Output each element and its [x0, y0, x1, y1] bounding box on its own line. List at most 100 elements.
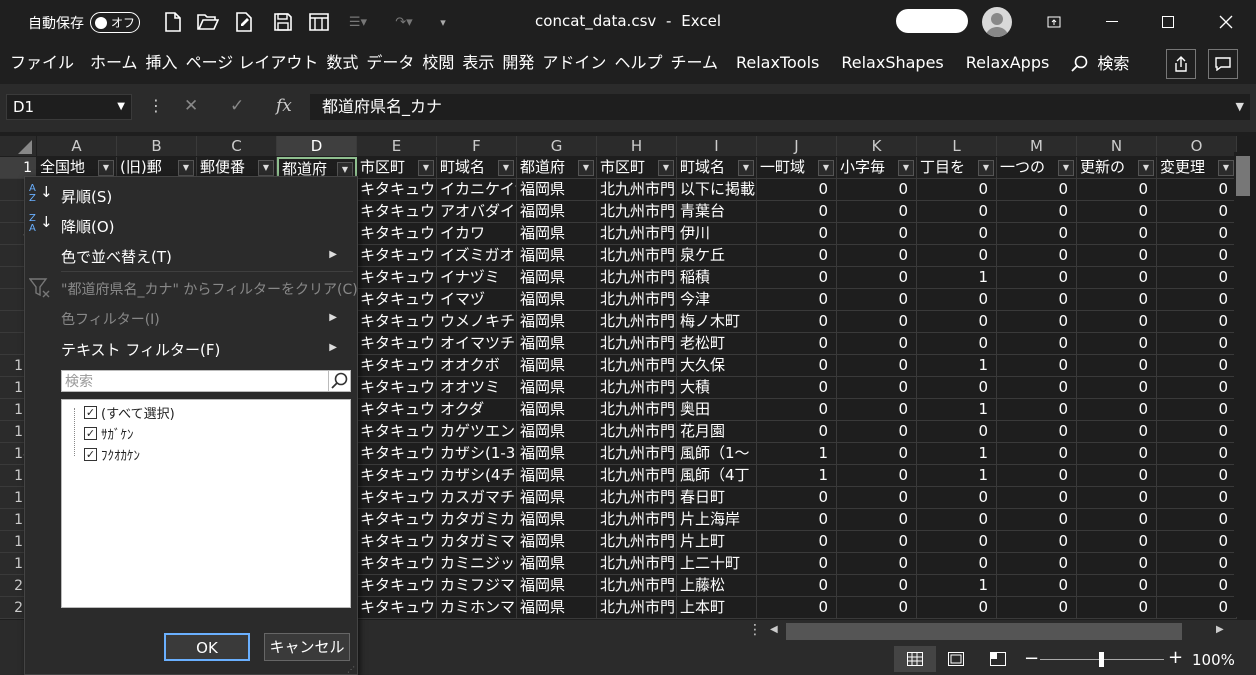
table-cell[interactable]: オクダ — [437, 399, 517, 421]
table-cell[interactable]: 0 — [1077, 421, 1157, 443]
table-cell[interactable]: カスガマチ — [437, 487, 517, 509]
tab-home[interactable]: ホーム — [86, 44, 142, 84]
table-cell[interactable]: キタキュウシュ — [357, 333, 437, 355]
table-cell[interactable]: 0 — [757, 223, 837, 245]
header-cell[interactable]: 更新の ▼ — [1077, 157, 1157, 179]
table-cell[interactable]: 0 — [1157, 267, 1237, 289]
table-cell[interactable]: 0 — [837, 333, 917, 355]
table-cell[interactable]: 1 — [917, 399, 997, 421]
table-cell[interactable]: 0 — [997, 333, 1077, 355]
table-cell[interactable]: 0 — [837, 267, 917, 289]
table-cell[interactable]: 0 — [757, 179, 837, 201]
table-cell[interactable]: 0 — [997, 531, 1077, 553]
table-cell[interactable]: 0 — [917, 333, 997, 355]
table-cell[interactable]: 福岡県 — [517, 531, 597, 553]
table-cell[interactable]: 0 — [757, 289, 837, 311]
table-cell[interactable]: 福岡県 — [517, 553, 597, 575]
table-cell[interactable]: 0 — [1157, 421, 1237, 443]
table-cell[interactable]: 0 — [1077, 355, 1157, 377]
table-cell[interactable]: 0 — [1157, 465, 1237, 487]
table-cell[interactable]: 0 — [837, 223, 917, 245]
filter-dropdown-icon[interactable]: ▼ — [818, 160, 834, 176]
sort-descending[interactable]: 降順(O) — [61, 216, 115, 237]
filter-search-input[interactable]: 検索 — [61, 370, 329, 392]
table-cell[interactable]: 0 — [917, 553, 997, 575]
tab-developer[interactable]: 開発 — [498, 44, 538, 84]
table-cell[interactable]: 0 — [917, 487, 997, 509]
table-cell[interactable]: 0 — [917, 509, 997, 531]
tab-file[interactable]: ファイル — [6, 44, 78, 84]
header-cell[interactable]: 小字毎 ▼ — [837, 157, 917, 179]
table-cell[interactable]: 0 — [1157, 223, 1237, 245]
table-cell[interactable]: 風師（4丁 — [677, 465, 757, 487]
table-cell[interactable]: 0 — [1077, 267, 1157, 289]
column-header[interactable]: A — [37, 136, 117, 156]
table-cell[interactable]: 0 — [837, 465, 917, 487]
tab-team[interactable]: チーム — [666, 44, 722, 84]
table-cell[interactable]: 0 — [1157, 531, 1237, 553]
tab-relaxshapes[interactable]: RelaxShapes — [837, 44, 947, 84]
page-layout-view-icon[interactable] — [948, 652, 964, 670]
table-cell[interactable]: 0 — [997, 267, 1077, 289]
table-cell[interactable]: 1 — [757, 465, 837, 487]
table-cell[interactable]: 上二十町 — [677, 553, 757, 575]
table-cell[interactable]: 福岡県 — [517, 509, 597, 531]
table-cell[interactable]: 福岡県 — [517, 421, 597, 443]
table-cell[interactable]: 0 — [757, 531, 837, 553]
tab-insert[interactable]: 挿入 — [142, 44, 182, 84]
table-cell[interactable]: 0 — [1157, 179, 1237, 201]
comments-icon[interactable] — [1208, 49, 1238, 79]
table-cell[interactable]: 0 — [1157, 509, 1237, 531]
color-filter[interactable]: 色フィルター(I) ▶ — [61, 309, 349, 329]
table-cell[interactable]: 片上海岸 — [677, 509, 757, 531]
table-cell[interactable]: キタキュウシュ — [357, 289, 437, 311]
customize-qat-icon[interactable]: ▾ — [430, 10, 456, 34]
table-cell[interactable]: 老松町 — [677, 333, 757, 355]
table-cell[interactable]: キタキュウシュ — [357, 509, 437, 531]
table-cell[interactable]: 福岡県 — [517, 267, 597, 289]
filter-dropdown-icon[interactable]: ▼ — [418, 160, 434, 176]
table-cell[interactable]: 0 — [757, 267, 837, 289]
table-cell[interactable]: キタキュウシュ — [357, 553, 437, 575]
filter-dropdown-icon[interactable]: ▼ — [1058, 160, 1074, 176]
header-cell[interactable]: 変更理 ▼ — [1157, 157, 1237, 179]
table-cell[interactable]: 0 — [1157, 289, 1237, 311]
table-cell[interactable]: 0 — [1077, 179, 1157, 201]
column-header[interactable]: L — [917, 136, 997, 156]
maximize-icon[interactable] — [1140, 0, 1196, 44]
table-cell[interactable]: 0 — [757, 487, 837, 509]
table-cell[interactable]: 北九州市門 — [597, 311, 677, 333]
table-cell[interactable]: 北九州市門 — [597, 399, 677, 421]
table-cell[interactable]: 0 — [1157, 201, 1237, 223]
table-cell[interactable]: 梅ノ木町 — [677, 311, 757, 333]
filter-dropdown-icon[interactable]: ▼ — [498, 160, 514, 176]
search-icon[interactable] — [329, 370, 351, 392]
table-cell[interactable]: イカニケイサイガ — [437, 179, 517, 201]
table-cell[interactable]: カミホンマチ — [437, 597, 517, 619]
table-cell[interactable]: キタキュウシュ — [357, 399, 437, 421]
table-cell[interactable]: 0 — [997, 289, 1077, 311]
table-cell[interactable]: 0 — [917, 597, 997, 619]
table-cell[interactable]: 1 — [757, 443, 837, 465]
table-cell[interactable]: 0 — [837, 597, 917, 619]
table-cell[interactable]: キタキュウシュ — [357, 201, 437, 223]
table-cell[interactable]: 0 — [757, 509, 837, 531]
table-cell[interactable]: 0 — [1077, 289, 1157, 311]
table-cell[interactable]: 0 — [757, 245, 837, 267]
table-cell[interactable]: 北九州市門 — [597, 267, 677, 289]
table-cell[interactable]: 0 — [837, 531, 917, 553]
table-cell[interactable]: 0 — [837, 377, 917, 399]
edit-file-icon[interactable] — [232, 10, 258, 34]
table-cell[interactable]: 大久保 — [677, 355, 757, 377]
column-header[interactable]: B — [117, 136, 197, 156]
table-cell[interactable]: 0 — [1077, 377, 1157, 399]
table-cell[interactable]: 北九州市門 — [597, 509, 677, 531]
table-cell[interactable]: 0 — [997, 487, 1077, 509]
table-cell[interactable]: 福岡県 — [517, 179, 597, 201]
table-cell[interactable]: 0 — [837, 509, 917, 531]
table-cell[interactable]: ウメノキチョウ — [437, 311, 517, 333]
table-cell[interactable]: 福岡県 — [517, 355, 597, 377]
tab-review[interactable]: 校閲 — [418, 44, 458, 84]
table-cell[interactable]: 福岡県 — [517, 377, 597, 399]
resize-grip-icon[interactable]: ⋰ — [347, 665, 355, 674]
